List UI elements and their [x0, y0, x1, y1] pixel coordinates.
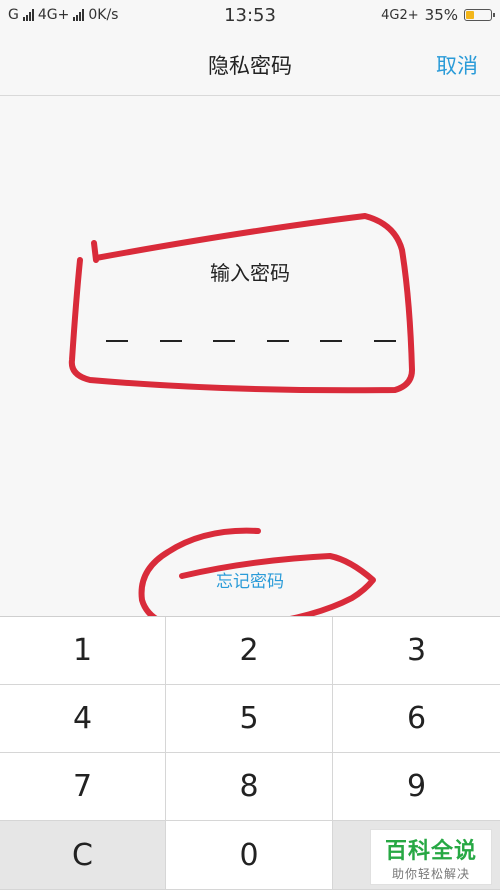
passcode-prompt: 输入密码	[210, 261, 290, 285]
page-title: 隐私密码	[208, 54, 292, 78]
battery-fill	[466, 11, 474, 19]
passcode-dash	[159, 340, 182, 342]
passcode-dash	[266, 340, 289, 342]
key-3[interactable]: 3	[333, 617, 500, 685]
key-1[interactable]: 1	[0, 617, 166, 685]
key-6[interactable]: 6	[333, 685, 500, 753]
passcode-dash	[213, 340, 236, 342]
passcode-indicator	[106, 340, 396, 342]
key-5[interactable]: 5	[166, 685, 333, 753]
passcode-dash	[373, 340, 396, 342]
battery-icon	[464, 9, 495, 21]
network-type-3: 4G2+	[381, 7, 419, 23]
key-8[interactable]: 8	[166, 753, 333, 821]
watermark-subtitle: 助你轻松解决	[391, 867, 470, 881]
key-0[interactable]: 0	[166, 821, 333, 890]
key-2[interactable]: 2	[166, 617, 333, 685]
status-bar: G 4G+ 0K/s 13:53 4G2+ 35%	[0, 0, 500, 32]
forgot-password-link[interactable]: 忘记密码	[0, 567, 500, 592]
watermark-title: 百科全说	[384, 839, 477, 864]
annotation-box	[68, 213, 415, 394]
key-9[interactable]: 9	[333, 753, 500, 821]
watermark-logo: 百科全说 助你轻松解决	[370, 829, 492, 885]
battery-percent: 35%	[424, 6, 458, 24]
key-7[interactable]: 7	[0, 753, 166, 821]
passcode-dash	[106, 340, 128, 342]
cancel-button[interactable]: 取消	[436, 50, 478, 80]
status-right: 4G2+ 35%	[381, 6, 495, 24]
key-clear[interactable]: C	[0, 821, 166, 890]
nav-bar: 隐私密码 取消	[0, 32, 500, 96]
passcode-dash	[320, 340, 343, 342]
key-4[interactable]: 4	[0, 685, 166, 753]
